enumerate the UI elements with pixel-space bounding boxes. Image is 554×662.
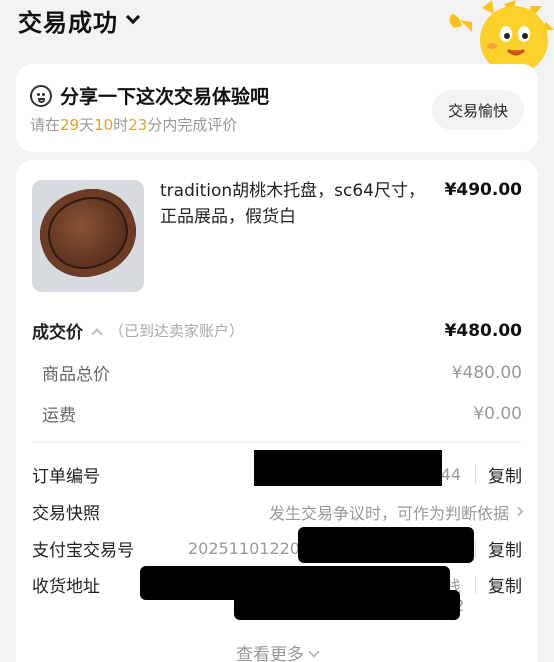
chevron-right-icon (513, 506, 524, 517)
separator (475, 465, 476, 484)
countdown-day-unit: 天 (79, 116, 95, 134)
copy-order-number-button[interactable]: 复制 (488, 462, 522, 487)
product-price: ¥490.00 (444, 180, 522, 200)
subtotal-row: 商品总价 ¥480.00 (32, 360, 522, 386)
subtotal-value: ¥480.00 (451, 362, 522, 383)
order-number-label: 订单编号 (32, 467, 100, 487)
walnut-tray-image (32, 180, 144, 289)
deal-price-label: 成交价 (32, 323, 83, 343)
separator (475, 539, 476, 558)
feedback-card: 分享一下这次交易体验吧 请在29天10时23分内完成评价 交易愉快 (16, 64, 538, 152)
countdown-hours: 10 (94, 116, 114, 134)
chevron-up-icon[interactable] (91, 327, 103, 340)
shipping-label: 运费 (42, 406, 76, 426)
snapshot-row[interactable]: 交易快照 发生交易争议时，可作为判断依据 (32, 499, 524, 524)
snapshot-value: 发生交易争议时，可作为判断依据 (268, 503, 509, 523)
countdown-days: 29 (60, 116, 80, 134)
countdown-minutes: 23 (128, 116, 148, 134)
redaction-alipay-number (298, 527, 474, 563)
deal-price-value: ¥480.00 (444, 320, 522, 341)
alipay-number-value: 20251101220 (188, 539, 300, 558)
section-divider (32, 442, 522, 443)
snapshot-label: 交易快照 (32, 504, 100, 524)
subtotal-label: 商品总价 (42, 365, 110, 385)
copy-alipay-number-button[interactable]: 复制 (488, 536, 522, 561)
chevron-down-icon[interactable] (125, 9, 141, 25)
view-more-button[interactable]: 查看更多 (16, 640, 538, 662)
deal-price-row[interactable]: 成交价 （已到达卖家账户） ¥480.00 (32, 318, 522, 344)
share-prompt: 分享一下这次交易体验吧 (30, 82, 269, 109)
chevron-down-icon (308, 646, 320, 658)
rate-experience-button[interactable]: 交易愉快 (431, 90, 524, 130)
countdown-suffix: 分内完成评价 (147, 116, 238, 134)
alipay-number-label: 支付宝交易号 (32, 541, 134, 561)
deal-price-note: （已到达卖家账户） (109, 322, 245, 340)
product-title[interactable]: tradition胡桃木托盘，sc64尺寸，正品展品，假货白 (160, 178, 440, 230)
review-countdown: 请在29天10时23分内完成评价 (30, 114, 237, 135)
redaction-address-2 (234, 590, 460, 620)
page-title: 交易成功 (18, 8, 118, 37)
countdown-prefix: 请在 (30, 116, 61, 134)
separator (475, 575, 476, 594)
mascot-icon (449, 0, 554, 70)
product-thumbnail[interactable] (32, 180, 144, 292)
smiley-face-icon (30, 84, 52, 107)
view-more-label: 查看更多 (236, 645, 304, 662)
countdown-hour-unit: 时 (113, 116, 129, 134)
shipping-row: 运费 ¥0.00 (32, 401, 522, 427)
order-number-value: 44 (440, 465, 461, 484)
redaction-order-number (254, 450, 442, 486)
order-card: tradition胡桃木托盘，sc64尺寸，正品展品，假货白 ¥490.00 成… (16, 160, 538, 662)
shipping-value: ¥0.00 (473, 403, 522, 424)
copy-address-button[interactable]: 复制 (488, 572, 522, 597)
page-header[interactable]: 交易成功 (18, 0, 141, 40)
share-title: 分享一下这次交易体验吧 (60, 86, 270, 108)
